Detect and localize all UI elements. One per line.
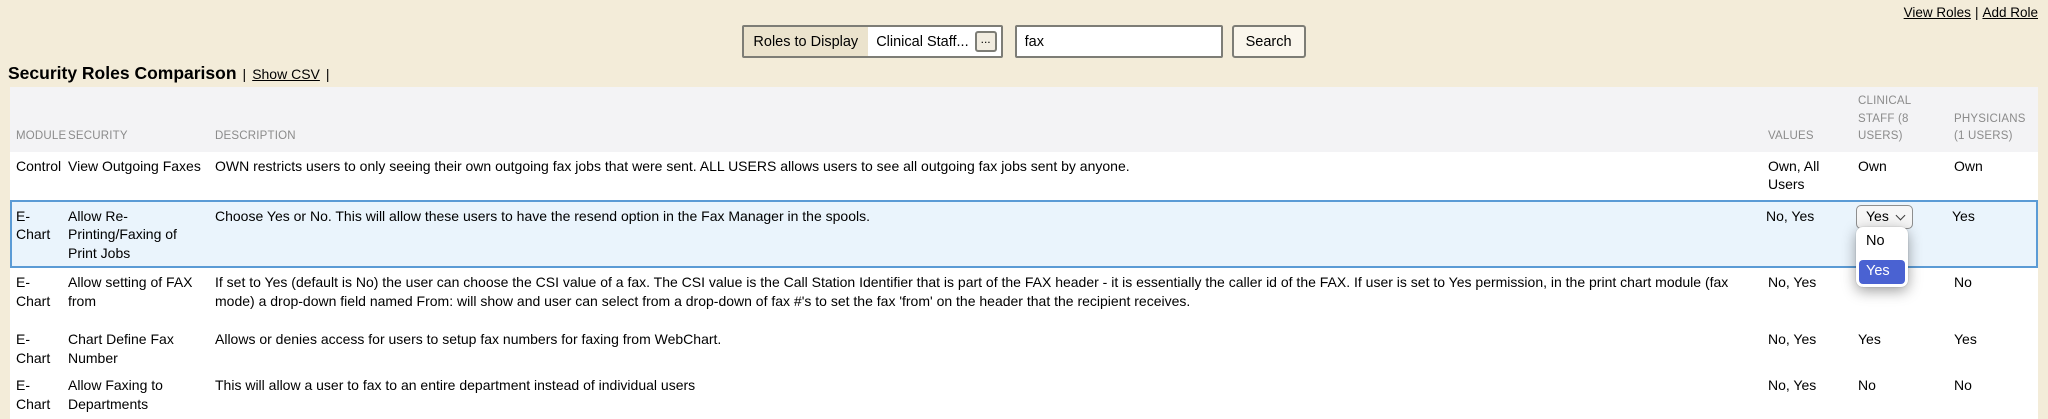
- title-separator-2: |: [326, 66, 330, 82]
- roles-to-display-group: Roles to Display Clinical Staff... ...: [742, 25, 1002, 58]
- description-cell: OWN restricts users to only seeing their…: [215, 152, 1768, 200]
- search-area: Roles to Display Clinical Staff... ... S…: [0, 25, 2048, 58]
- security-roles-table: MODULE SECURITY DESCRIPTION VALUES CLINI…: [10, 87, 2038, 419]
- table-header-row: MODULE SECURITY DESCRIPTION VALUES CLINI…: [10, 87, 2038, 152]
- clinical-staff-cell: No: [1858, 371, 1954, 419]
- description-cell: If set to Yes (default is No) the user c…: [215, 268, 1768, 325]
- search-button[interactable]: Search: [1232, 25, 1306, 58]
- security-cell: Allow setting of FAX from: [68, 268, 215, 325]
- module-cell: Control: [16, 152, 68, 200]
- top-action-bar: View Roles|Add Role: [0, 0, 2048, 22]
- table-row-highlighted: E-Chart Allow Re-Printing/Faxing of Prin…: [10, 200, 2038, 268]
- values-cell: No, Yes: [1766, 202, 1856, 266]
- header-values: VALUES: [1768, 123, 1858, 152]
- clinical-staff-cell: Yes: [1858, 325, 1954, 371]
- roles-to-display-label: Roles to Display: [744, 27, 868, 56]
- security-cell: Allow Re-Printing/Faxing of Print Jobs: [68, 202, 215, 266]
- title-separator-1: |: [243, 66, 247, 82]
- module-cell: E-Chart: [16, 325, 68, 371]
- show-csv-link[interactable]: Show CSV: [252, 66, 320, 82]
- header-module: MODULE: [16, 123, 68, 152]
- header-security: SECURITY: [68, 123, 215, 152]
- header-physicians: PHYSICIANS (1 USERS): [1954, 106, 2038, 153]
- module-cell: E-Chart: [16, 371, 68, 419]
- search-input[interactable]: [1015, 25, 1223, 58]
- physicians-cell: Yes: [1952, 202, 2036, 266]
- security-cell: Allow Faxing to Departments: [68, 371, 215, 419]
- roles-value-text: Clinical Staff...: [876, 34, 968, 50]
- physicians-cell: No: [1954, 268, 2038, 325]
- roles-selected-value[interactable]: Clinical Staff... ...: [868, 27, 1000, 56]
- values-cell: No, Yes: [1768, 371, 1858, 419]
- link-separator: |: [1971, 5, 1983, 20]
- view-roles-link[interactable]: View Roles: [1904, 5, 1971, 20]
- clinical-staff-cell: Yes No Yes: [1856, 202, 1952, 266]
- add-role-link[interactable]: Add Role: [1982, 5, 2038, 20]
- table-row: Control View Outgoing Faxes OWN restrict…: [10, 152, 2038, 200]
- description-cell: This will allow a user to fax to an enti…: [215, 371, 1768, 419]
- values-cell: Own, All Users: [1768, 152, 1858, 200]
- select-value: Yes: [1866, 207, 1889, 225]
- clinical-staff-select[interactable]: Yes: [1856, 205, 1913, 229]
- roles-picker-button[interactable]: ...: [975, 31, 997, 52]
- clinical-staff-cell: Own: [1858, 152, 1954, 200]
- select-dropdown-popup: No Yes: [1856, 227, 1908, 287]
- values-cell: No, Yes: [1768, 325, 1858, 371]
- security-cell: Chart Define Fax Number: [68, 325, 215, 371]
- module-cell: E-Chart: [16, 268, 68, 325]
- description-cell: Allows or denies access for users to set…: [215, 325, 1768, 371]
- table-row: E-Chart Allow Faxing to Departments This…: [10, 371, 2038, 419]
- table-row: E-Chart Allow setting of FAX from If set…: [10, 268, 2038, 325]
- page-header: Security Roles Comparison | Show CSV |: [8, 63, 2048, 84]
- table-row: E-Chart Chart Define Fax Number Allows o…: [10, 325, 2038, 371]
- physicians-cell: No: [1954, 371, 2038, 419]
- dropdown-option-no[interactable]: No: [1859, 230, 1905, 254]
- values-cell: No, Yes: [1768, 268, 1858, 325]
- header-clinical-staff: CLINICAL STAFF (8 USERS): [1858, 88, 1954, 152]
- dropdown-option-yes[interactable]: Yes: [1859, 260, 1905, 284]
- page-title: Security Roles Comparison: [8, 63, 237, 84]
- physicians-cell: Own: [1954, 152, 2038, 200]
- module-cell: E-Chart: [16, 202, 68, 266]
- physicians-cell: Yes: [1954, 325, 2038, 371]
- security-cell: View Outgoing Faxes: [68, 152, 215, 200]
- description-cell: Choose Yes or No. This will allow these …: [215, 202, 1766, 266]
- header-description: DESCRIPTION: [215, 123, 1768, 152]
- chevron-down-icon: [1895, 210, 1905, 220]
